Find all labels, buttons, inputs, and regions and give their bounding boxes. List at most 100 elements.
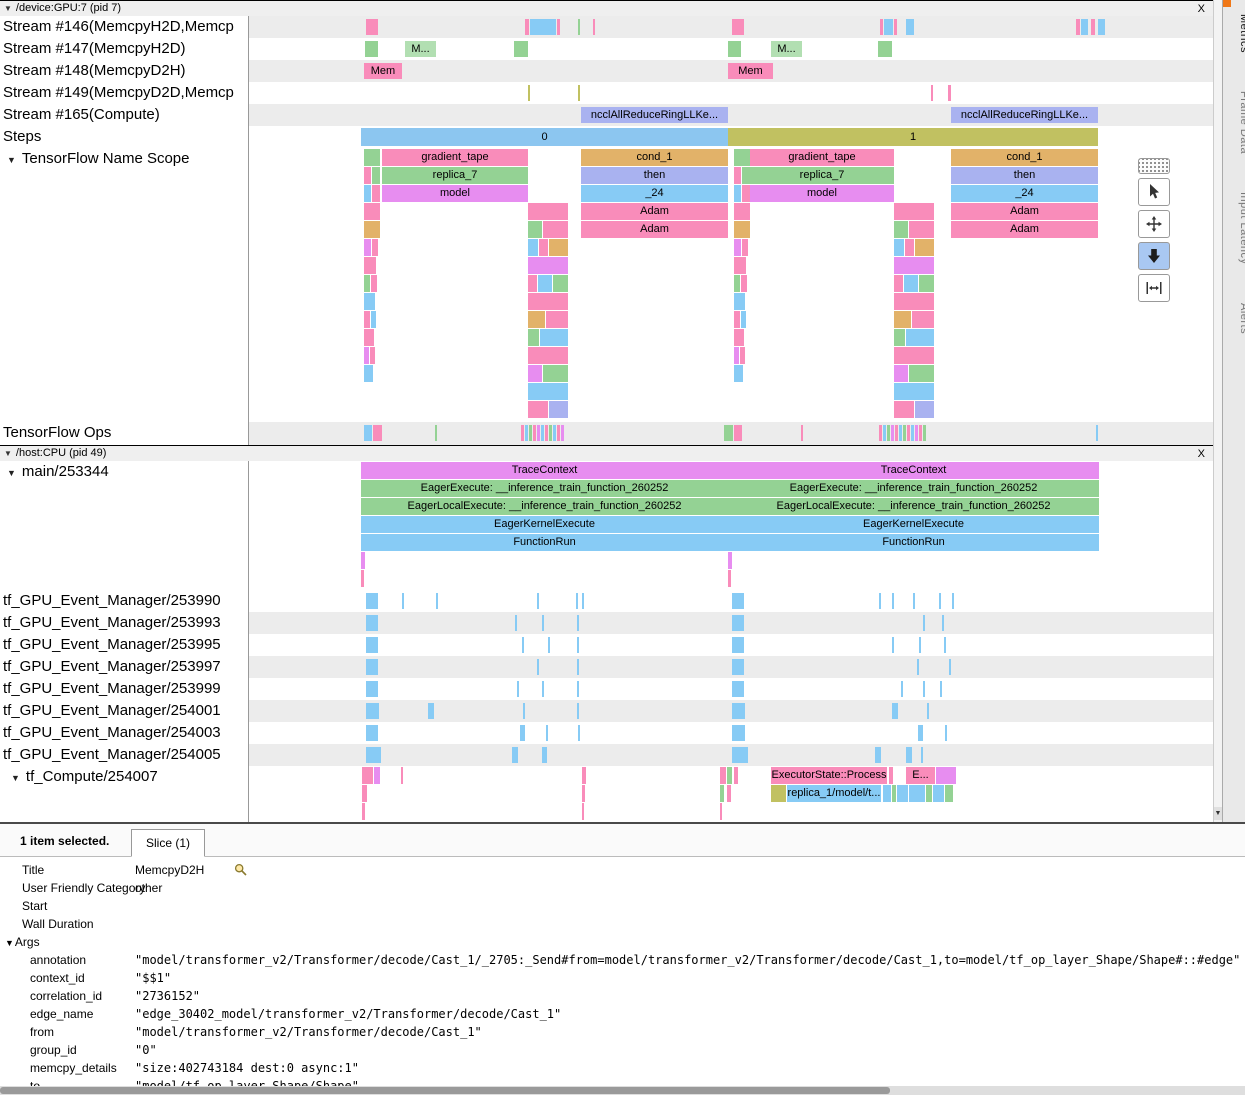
trace-slice[interactable] <box>364 329 374 346</box>
trace-slice[interactable] <box>528 221 542 238</box>
trace-slice[interactable] <box>435 425 437 441</box>
trace-slice[interactable] <box>732 637 744 653</box>
trace-slice[interactable] <box>545 425 548 441</box>
trace-slice[interactable] <box>366 747 381 763</box>
zoom-tool-icon[interactable] <box>1138 242 1170 270</box>
trace-slice[interactable] <box>577 637 579 653</box>
trace-slice[interactable] <box>553 425 556 441</box>
trace-slice[interactable] <box>923 681 925 697</box>
trace-slice[interactable] <box>361 570 364 587</box>
close-icon[interactable]: X <box>1198 447 1205 462</box>
side-tab-input-latency[interactable]: Input Latency <box>1223 192 1245 265</box>
trace-slice[interactable] <box>734 311 740 328</box>
trace-slice[interactable] <box>428 703 434 719</box>
trace-slice[interactable] <box>523 703 525 719</box>
trace-slice[interactable] <box>884 19 893 35</box>
trace-slice[interactable] <box>366 637 378 653</box>
trace-slice[interactable] <box>364 293 375 310</box>
trace-slice[interactable] <box>364 311 370 328</box>
trace-slice[interactable] <box>1096 425 1098 441</box>
collapse-arrow-icon[interactable]: ▼ <box>7 468 16 478</box>
trace-slice[interactable] <box>720 785 724 802</box>
trace-slice[interactable] <box>371 311 376 328</box>
trace-slice[interactable] <box>578 725 580 741</box>
collapse-arrow-icon[interactable]: ▼ <box>7 155 16 165</box>
trace-slice[interactable] <box>539 239 548 256</box>
trace-slice[interactable]: FunctionRun <box>728 534 1099 551</box>
trace-slice[interactable] <box>546 725 548 741</box>
trace-slice[interactable]: cond_1 <box>581 149 728 166</box>
trace-slice[interactable] <box>919 425 922 441</box>
trace-slice[interactable] <box>364 347 369 364</box>
select-tool-icon[interactable] <box>1138 178 1170 206</box>
trace-slice[interactable] <box>528 347 568 364</box>
trace-slice[interactable] <box>537 659 539 675</box>
trace-slice[interactable] <box>909 365 934 382</box>
trace-slice[interactable] <box>771 785 786 802</box>
trace-slice[interactable] <box>371 275 377 292</box>
collapse-arrow-icon[interactable]: ▼ <box>4 4 12 13</box>
trace-slice[interactable] <box>915 401 934 418</box>
trace-slice[interactable] <box>732 615 744 631</box>
trace-slice[interactable] <box>364 185 371 202</box>
trace-slice[interactable] <box>909 785 925 802</box>
trace-slice[interactable] <box>553 275 568 292</box>
trace-slice[interactable] <box>734 329 744 346</box>
trace-slice[interactable] <box>899 425 902 441</box>
trace-slice[interactable] <box>879 425 882 441</box>
trace-slice[interactable] <box>727 785 731 802</box>
trace-slice[interactable] <box>883 785 891 802</box>
trace-slice[interactable] <box>887 425 890 441</box>
trace-slice[interactable] <box>549 425 552 441</box>
trace-slice[interactable] <box>362 803 365 820</box>
trace-slice[interactable] <box>525 425 528 441</box>
trace-slice[interactable] <box>582 593 584 609</box>
trace-slice[interactable] <box>891 425 894 441</box>
trace-slice[interactable] <box>557 19 560 35</box>
trace-slice[interactable] <box>577 659 579 675</box>
trace-slice[interactable] <box>945 785 953 802</box>
trace-slice[interactable] <box>512 747 518 763</box>
trace-slice[interactable] <box>875 747 881 763</box>
trace-slice[interactable]: Adam <box>951 221 1098 238</box>
trace-slice[interactable] <box>364 167 371 184</box>
trace-slice[interactable] <box>542 747 547 763</box>
trace-slice[interactable] <box>944 637 946 653</box>
trace-slice[interactable]: EagerLocalExecute: __inference_train_fun… <box>728 498 1099 515</box>
trace-slice[interactable] <box>366 615 378 631</box>
trace-slice[interactable] <box>936 767 956 784</box>
trace-slice[interactable] <box>720 803 722 820</box>
trace-slice[interactable] <box>557 425 560 441</box>
trace-slice[interactable]: replica_7 <box>750 167 894 184</box>
trace-slice[interactable] <box>894 239 904 256</box>
args-section-header[interactable]: ▼Args <box>0 933 1245 951</box>
trace-slice[interactable] <box>576 593 578 609</box>
trace-slice[interactable]: ncclAllReduceRingLLKe... <box>581 107 728 123</box>
trace-slice[interactable] <box>720 767 726 784</box>
trace-slice[interactable]: EagerKernelExecute <box>728 516 1099 533</box>
trace-slice[interactable] <box>892 637 894 653</box>
collapse-arrow-icon[interactable]: ▼ <box>11 773 20 783</box>
trace-slice[interactable]: TraceContext <box>361 462 728 479</box>
trace-slice[interactable] <box>734 347 739 364</box>
trace-slice[interactable] <box>923 425 926 441</box>
trace-slice[interactable] <box>913 593 915 609</box>
trace-slice[interactable] <box>361 552 365 569</box>
trace-slice[interactable] <box>549 239 568 256</box>
slice-tab[interactable]: Slice (1) <box>131 829 205 857</box>
trace-slice[interactable] <box>942 615 944 631</box>
trace-slice[interactable] <box>514 41 528 57</box>
trace-slice[interactable] <box>727 767 732 784</box>
trace-slice[interactable] <box>734 365 743 382</box>
trace-slice[interactable]: FunctionRun <box>361 534 728 551</box>
trace-slice[interactable] <box>734 203 750 220</box>
trace-slice[interactable]: 1 <box>728 128 1098 146</box>
trace-slice[interactable]: _24 <box>951 185 1098 202</box>
trace-slice[interactable]: cond_1 <box>951 149 1098 166</box>
trace-slice[interactable] <box>742 185 750 202</box>
trace-slice[interactable]: Adam <box>581 203 728 220</box>
trace-slice[interactable] <box>528 203 568 220</box>
trace-slice[interactable] <box>728 570 731 587</box>
vertical-scrollbar[interactable]: ▼ <box>1213 0 1222 822</box>
trace-slice[interactable]: Adam <box>951 203 1098 220</box>
